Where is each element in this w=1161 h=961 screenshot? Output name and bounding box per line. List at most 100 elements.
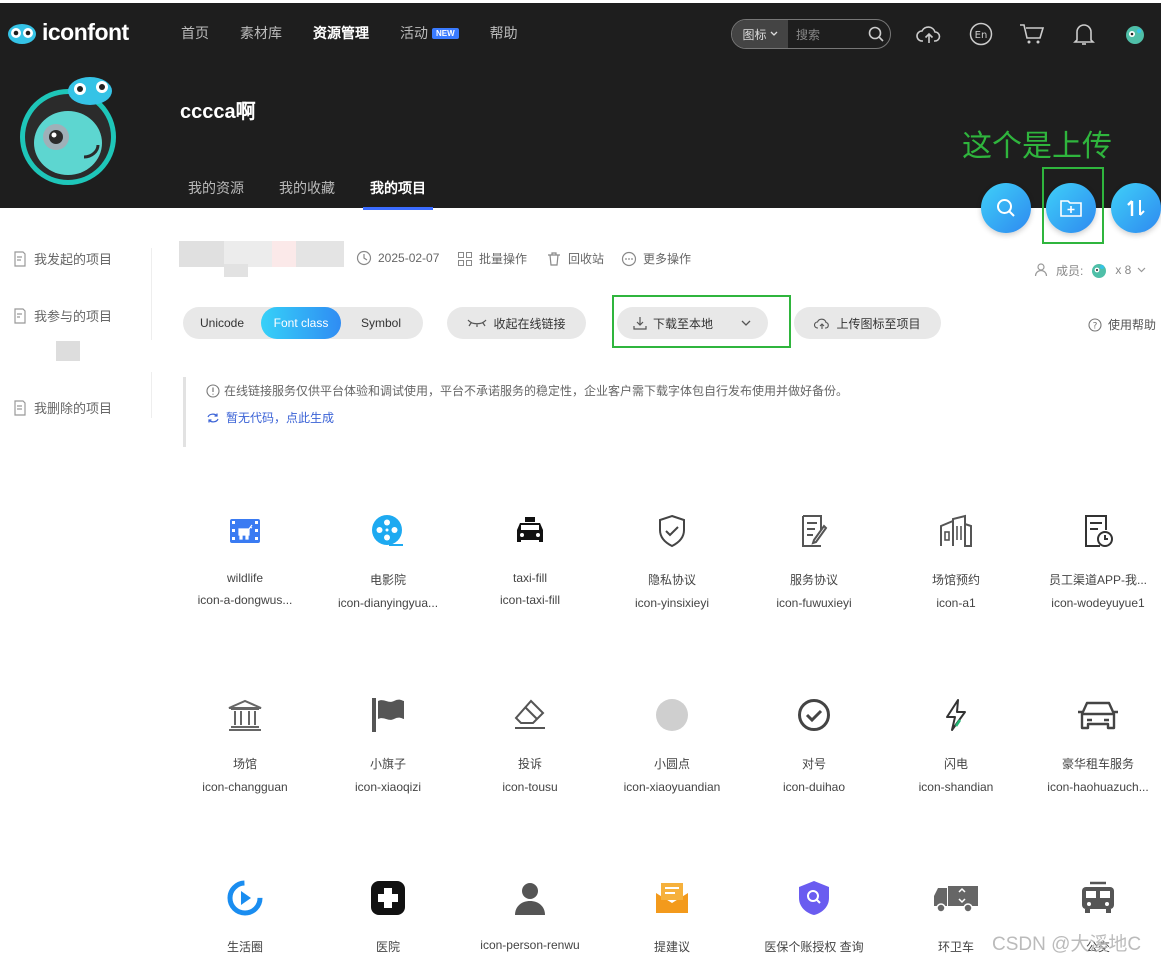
tab-my-favorites[interactable]: 我的收藏	[279, 178, 335, 210]
notice-text: 在线链接服务仅供平台体验和调试使用，平台不承诺服务的稳定性，企业客户需下载字体包…	[224, 384, 849, 398]
tab-my-resources[interactable]: 我的资源	[188, 178, 244, 210]
icon-card[interactable]: 生活圈	[180, 878, 310, 955]
search-category-select[interactable]: 图标	[732, 20, 788, 48]
icon-name: wildlife	[226, 571, 263, 585]
more-operations-button[interactable]: 更多操作	[621, 250, 691, 267]
icon-card[interactable]: 投诉 icon-tousu	[465, 695, 595, 794]
mode-font-class-button[interactable]: Font class	[261, 307, 341, 339]
icon-card[interactable]: 小旗子 icon-xiaoqizi	[323, 695, 453, 794]
search-input[interactable]: 搜索	[788, 26, 862, 43]
user-avatar-small[interactable]	[1121, 20, 1149, 48]
blurred-project-name	[272, 241, 296, 267]
members-label: 成员:	[1056, 263, 1084, 278]
tab-my-projects[interactable]: 我的项目	[363, 178, 433, 210]
cart-button[interactable]	[1018, 20, 1046, 48]
icon-name: 小圆点	[653, 757, 690, 771]
generate-code-link[interactable]: 暂无代码，点此生成	[206, 409, 863, 426]
sidebar-item-label: 我删除的项目	[34, 401, 113, 416]
garbage-truck-icon	[934, 886, 978, 913]
search-button[interactable]	[862, 20, 890, 48]
members-icon	[1034, 263, 1048, 277]
document-edit-icon	[14, 250, 26, 267]
icon-name: icon-person-renwu	[480, 938, 580, 952]
icon-card[interactable]: 豪华租车服务 icon-haohuazuch...	[1033, 695, 1161, 794]
icon-name: 场馆预约	[931, 573, 980, 587]
bus-icon	[1082, 881, 1114, 913]
icon-card[interactable]: taxi-fill icon-taxi-fill	[465, 511, 595, 607]
chevron-down-icon	[770, 31, 777, 36]
building-icon	[940, 514, 972, 547]
icon-card[interactable]: 闪电 icon-shandian	[891, 695, 1021, 794]
language-button[interactable]: En	[967, 20, 995, 48]
icon-card[interactable]: wildlife icon-a-dongwus...	[180, 511, 310, 607]
profile-username: cccca啊	[180, 101, 256, 123]
icon-name: 医保个账授权 查询	[764, 940, 864, 954]
icon-card[interactable]: 提建议	[607, 878, 737, 955]
members-count: x 8	[1115, 263, 1132, 277]
upload-cloud-button[interactable]	[915, 20, 943, 48]
sidebar-item-initiated[interactable]: 我发起的项目	[12, 249, 112, 268]
icon-card[interactable]: 场馆 icon-changguan	[180, 695, 310, 794]
lightning-icon	[946, 699, 966, 731]
collapse-online-link-button[interactable]: 收起在线链接	[447, 307, 586, 339]
icon-card[interactable]: 场馆预约 icon-a1	[891, 511, 1021, 610]
icon-class-name: icon-fuwuxieyi	[776, 596, 852, 610]
icon-card[interactable]: icon-person-renwu	[465, 878, 595, 952]
member-avatar-icon	[1092, 264, 1107, 278]
check-circle-icon	[798, 699, 830, 731]
person-icon	[515, 883, 545, 915]
bell-icon	[1073, 24, 1095, 45]
collapse-online-link-label: 收起在线链接	[493, 316, 566, 331]
nav-help[interactable]: 帮助	[490, 23, 518, 43]
online-link-notice: 在线链接服务仅供平台体验和调试使用，平台不承诺服务的稳定性，企业客户需下载字体包…	[183, 377, 863, 447]
search-icon	[868, 26, 884, 42]
icon-card[interactable]: 员工渠道APP-我... icon-wodeyuyue1	[1033, 511, 1161, 610]
nav-activity[interactable]: 活动 NEW	[400, 23, 459, 43]
upload-icons-to-project-button[interactable]: 上传图标至项目	[794, 307, 941, 339]
chevron-down-icon	[1137, 267, 1146, 273]
sidebar-item-deleted[interactable]: 我删除的项目	[12, 398, 112, 417]
icon-name: 生活圈	[226, 940, 263, 954]
sort-button[interactable]	[1111, 183, 1161, 233]
cloud-upload-icon	[814, 318, 830, 329]
search-project-button[interactable]	[981, 183, 1031, 233]
sidebar-item-participated[interactable]: 我参与的项目	[12, 306, 112, 325]
nav-library[interactable]: 素材库	[240, 23, 282, 43]
new-badge: NEW	[432, 28, 459, 39]
nav-home[interactable]: 首页	[181, 23, 209, 43]
icon-name: 投诉	[517, 757, 542, 771]
notifications-button[interactable]	[1070, 20, 1098, 48]
icon-card[interactable]: 医保个账授权 查询	[749, 878, 879, 955]
upload-icons-label: 上传图标至项目	[836, 316, 921, 331]
icon-name: 小旗子	[369, 757, 406, 771]
document-delete-icon	[14, 399, 26, 416]
car-icon	[1078, 701, 1118, 730]
icon-class-name: icon-xiaoyuandian	[623, 780, 721, 794]
upload-annotation-text: 这个是上传	[962, 130, 1112, 163]
mode-unicode-button[interactable]: Unicode	[183, 307, 261, 339]
usage-help-link[interactable]: ? 使用帮助	[1088, 316, 1156, 333]
icon-class-name: icon-changguan	[202, 780, 288, 794]
search-bar: 图标 搜索	[731, 19, 891, 49]
icon-card[interactable]: 医院	[323, 878, 453, 955]
icon-card[interactable]: 电影院 icon-dianyingyua...	[323, 511, 453, 610]
download-annotation-box	[612, 295, 791, 348]
clock-icon	[356, 250, 372, 266]
mode-symbol-button[interactable]: Symbol	[341, 307, 421, 339]
question-circle-icon: ?	[1088, 317, 1102, 332]
icon-card[interactable]: 隐私协议 icon-yinsixieyi	[607, 511, 737, 610]
iconfont-logo[interactable]: iconfont	[6, 19, 129, 46]
project-members[interactable]: 成员: x 8	[1034, 260, 1146, 280]
icon-card[interactable]: 对号 icon-duihao	[749, 695, 879, 794]
recycle-bin-button[interactable]: 回收站	[546, 250, 604, 267]
english-language-icon: En	[969, 22, 993, 46]
shield-check-icon	[659, 514, 685, 548]
nav-resource-management[interactable]: 资源管理	[313, 23, 369, 43]
more-dots-icon	[621, 251, 637, 266]
batch-operation-button[interactable]: 批量操作	[457, 250, 527, 267]
usage-help-label: 使用帮助	[1108, 318, 1157, 332]
sidebar-divider	[151, 248, 152, 340]
film-reel-icon	[372, 515, 403, 546]
icon-card[interactable]: 服务协议 icon-fuwuxieyi	[749, 511, 879, 610]
icon-card[interactable]: 小圆点 icon-xiaoyuandian	[607, 695, 737, 794]
